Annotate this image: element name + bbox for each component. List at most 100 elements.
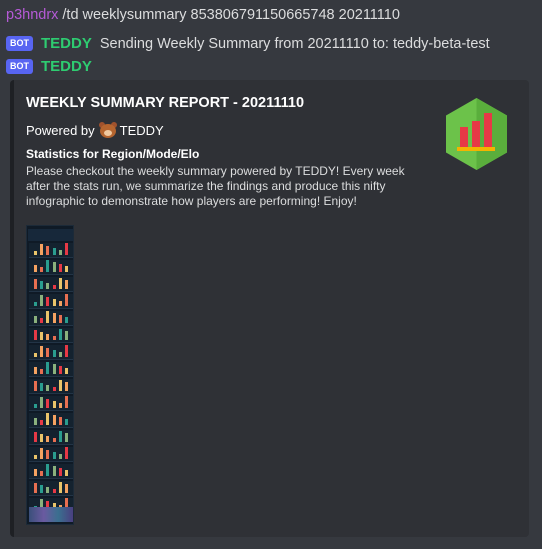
infographic-bar <box>46 450 50 459</box>
infographic-bar <box>39 420 43 425</box>
infographic-bar <box>65 368 69 374</box>
infographic-bar <box>58 431 62 442</box>
bot-badge: BOT <box>6 36 33 51</box>
infographic-bar <box>52 387 56 391</box>
infographic-bar <box>33 455 37 459</box>
infographic-bar <box>58 301 62 306</box>
infographic-bar <box>52 452 56 459</box>
infographic-bar <box>65 470 69 476</box>
infographic-panel <box>29 311 73 326</box>
infographic-bar <box>52 299 56 306</box>
infographic-bar <box>58 264 62 272</box>
infographic-bar <box>33 302 37 306</box>
infographic-bar <box>33 483 37 493</box>
infographic-bar <box>52 489 56 493</box>
infographic-bar <box>58 329 62 340</box>
infographic-bar <box>46 283 50 289</box>
infographic-bar <box>65 243 69 255</box>
infographic-bar <box>46 464 50 476</box>
infographic-panel <box>29 345 73 360</box>
embed-author: Powered by TEDDY <box>26 122 164 138</box>
summary-embed: WEEKLY SUMMARY REPORT - 20211110 Powered… <box>10 80 529 537</box>
bar-chart-hexagon-icon[interactable] <box>444 97 509 171</box>
bot-username[interactable]: TEDDY <box>41 58 92 75</box>
infographic-panel <box>29 447 73 462</box>
bot-message-2: BOT TEDDY <box>6 58 100 75</box>
command-text: /td weeklysummary 853806791150665748 202… <box>62 7 400 23</box>
infographic-bar <box>52 248 56 255</box>
infographic-bar <box>46 260 50 272</box>
infographic-bar <box>39 318 43 323</box>
infographic-bar <box>58 352 62 357</box>
infographic-bar <box>52 438 56 442</box>
infographic-bar <box>46 246 50 255</box>
bear-icon <box>98 122 117 138</box>
infographic-bar <box>46 413 50 425</box>
infographic-bar <box>65 294 69 306</box>
command-line: p3hndrx/td weeklysummary 853806791150665… <box>6 7 400 23</box>
infographic-bar <box>46 399 50 408</box>
embed-author-prefix: Powered by <box>26 122 95 138</box>
infographic-bar <box>65 266 69 272</box>
infographic-panel <box>29 464 73 479</box>
infographic-bar <box>52 313 56 323</box>
infographic-bar <box>65 331 69 340</box>
infographic-bar <box>33 469 37 476</box>
infographic-panel <box>29 260 73 275</box>
infographic-bar <box>33 316 37 323</box>
infographic-panel <box>29 362 73 377</box>
infographic-bar <box>58 250 62 255</box>
infographic-bar <box>65 317 69 323</box>
infographic-bar <box>58 417 62 425</box>
embed-author-name: TEDDY <box>119 122 164 138</box>
bot-message-text: Sending Weekly Summary from 20211110 to:… <box>99 35 490 52</box>
infographic-bar <box>65 396 69 408</box>
infographic-bar <box>58 468 62 476</box>
infographic-bar <box>52 364 56 374</box>
command-username[interactable]: p3hndrx <box>6 7 58 23</box>
infographic-bar <box>46 362 50 374</box>
infographic-bar <box>46 348 50 357</box>
infographic-panel <box>29 294 73 309</box>
infographic-bar <box>33 279 37 289</box>
infographic-bar <box>33 432 37 442</box>
embed-field-value: Please checkout the weekly summary power… <box>26 164 405 208</box>
infographic-header <box>28 229 73 241</box>
infographic-bar <box>65 280 69 289</box>
infographic-bar <box>52 336 56 340</box>
infographic-bar <box>58 380 62 391</box>
infographic-bar <box>65 382 69 391</box>
infographic-image[interactable] <box>26 225 74 525</box>
infographic-bar <box>33 353 37 357</box>
embed-field-name: Statistics for Region/Mode/Elo <box>26 147 200 161</box>
infographic-bar <box>65 345 69 357</box>
infographic-panel <box>29 328 73 343</box>
infographic-bar <box>33 330 37 340</box>
infographic-bar <box>58 366 62 374</box>
infographic-bar <box>33 404 37 408</box>
infographic-bar <box>65 447 69 459</box>
infographic-bar <box>46 311 50 323</box>
infographic-bar <box>58 454 62 459</box>
infographic-bar <box>39 369 43 374</box>
infographic-panel <box>29 396 73 411</box>
infographic-bar <box>58 482 62 493</box>
infographic-bar <box>33 418 37 425</box>
bot-username[interactable]: TEDDY <box>41 35 92 52</box>
infographic-bar <box>39 448 43 459</box>
infographic-bar <box>39 332 43 340</box>
infographic-bar <box>46 436 50 442</box>
infographic-bar <box>39 281 43 289</box>
infographic-panel <box>29 481 73 496</box>
infographic-bar <box>46 487 50 493</box>
infographic-bar <box>58 315 62 323</box>
infographic-bar <box>52 262 56 272</box>
infographic-bar <box>65 484 69 493</box>
infographic-bar <box>39 485 43 493</box>
infographic-bar <box>52 350 56 357</box>
bot-badge: BOT <box>6 59 33 74</box>
bot-message-1: BOT TEDDY Sending Weekly Summary from 20… <box>6 35 490 52</box>
infographic-map <box>29 507 73 522</box>
infographic-bar <box>58 403 62 408</box>
infographic-bar <box>39 244 43 255</box>
